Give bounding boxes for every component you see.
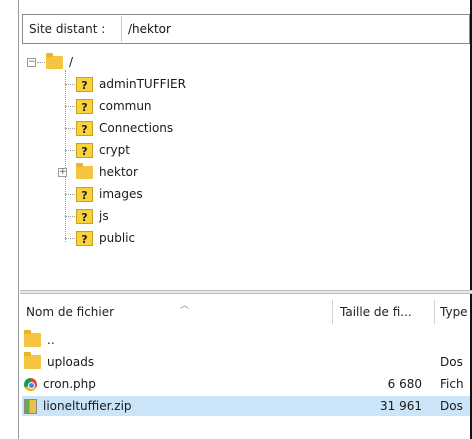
expand-hektor-icon[interactable]: + xyxy=(58,168,67,177)
tree-item-label: Connections xyxy=(99,121,174,135)
tree-item-hektor[interactable]: hektor xyxy=(76,162,138,182)
tree-item-label: js xyxy=(99,209,109,223)
unknown-folder-icon: ? xyxy=(76,186,93,202)
unknown-folder-icon: ? xyxy=(76,98,93,114)
tree-connector xyxy=(65,106,75,107)
tree-connector xyxy=(37,62,45,63)
unknown-folder-icon: ? xyxy=(76,230,93,246)
file-name: .. xyxy=(47,333,55,347)
file-row-cron-php[interactable]: cron.php 6 680 Fich xyxy=(22,374,470,394)
tree-item-label: hektor xyxy=(99,165,138,179)
tree-item-label: commun xyxy=(99,99,152,113)
tree-item-label: crypt xyxy=(99,143,130,157)
tree-item-root[interactable]: / xyxy=(46,52,73,72)
tree-connector xyxy=(65,84,75,85)
remote-site-bar: Site distant : /hektor xyxy=(22,14,470,44)
file-name-cell: uploads xyxy=(22,352,95,369)
column-separator[interactable] xyxy=(434,300,435,324)
file-row-parent[interactable]: .. xyxy=(22,330,470,350)
remote-file-list[interactable]: ︿ Nom de fichier Taille de fi... Type ..… xyxy=(22,298,470,439)
tree-connector xyxy=(65,150,75,151)
column-separator[interactable] xyxy=(332,300,333,324)
unknown-folder-icon: ? xyxy=(76,142,93,158)
chrome-icon xyxy=(24,377,37,391)
file-name: lioneltuffier.zip xyxy=(43,399,132,413)
file-name-cell: cron.php xyxy=(22,377,96,391)
folder-icon xyxy=(24,352,41,369)
file-name-cell: lioneltuffier.zip xyxy=(22,398,132,414)
tree-connector xyxy=(65,216,75,217)
column-header-name[interactable]: Nom de fichier xyxy=(26,298,326,326)
unknown-folder-icon: ? xyxy=(76,76,93,92)
panel-splitter[interactable] xyxy=(20,290,472,294)
unknown-folder-icon: ? xyxy=(76,120,93,136)
tree-item-js[interactable]: ? js xyxy=(65,206,109,226)
file-row-uploads[interactable]: uploads Dos xyxy=(22,352,470,372)
file-type: Fich xyxy=(440,377,464,391)
column-header-type[interactable]: Type xyxy=(440,298,470,326)
tree-item-label: images xyxy=(99,187,143,201)
remote-site-label: Site distant : xyxy=(29,22,106,36)
file-type: Dos xyxy=(440,399,463,413)
remote-path-input[interactable]: /hektor xyxy=(121,16,467,42)
archive-icon xyxy=(24,398,37,414)
file-size: 31 961 xyxy=(380,399,422,413)
file-row-lioneltuffier-zip[interactable]: lioneltuffier.zip 31 961 Dos xyxy=(22,396,470,416)
column-header-size[interactable]: Taille de fi... xyxy=(340,298,432,326)
file-name: uploads xyxy=(47,355,95,369)
tree-item-commun[interactable]: ? commun xyxy=(65,96,152,116)
remote-directory-tree[interactable]: − / ? adminTUFFIER ? commun ? Connection… xyxy=(22,48,470,284)
file-name-cell: .. xyxy=(22,330,55,347)
tree-item-crypt[interactable]: ? crypt xyxy=(65,140,130,160)
file-type: Dos xyxy=(440,355,463,369)
tree-item-connections[interactable]: ? Connections xyxy=(65,118,174,138)
folder-icon xyxy=(46,52,63,69)
folder-icon xyxy=(24,330,41,347)
tree-connector xyxy=(65,238,75,239)
column-header-label: Type xyxy=(440,305,468,319)
tree-item-public[interactable]: ? public xyxy=(65,228,136,248)
tree-connector xyxy=(65,128,75,129)
tree-connector xyxy=(65,194,75,195)
file-size: 6 680 xyxy=(387,377,422,391)
tree-item-label: / xyxy=(69,55,74,69)
tree-item-label: public xyxy=(99,231,136,245)
folder-icon xyxy=(76,162,93,179)
tree-item-label: adminTUFFIER xyxy=(99,77,186,91)
file-name: cron.php xyxy=(43,377,96,391)
column-header-label: Nom de fichier xyxy=(26,305,115,319)
collapse-root-icon[interactable]: − xyxy=(27,58,36,67)
tree-item-admintuffier[interactable]: ? adminTUFFIER xyxy=(65,74,186,94)
unknown-folder-icon: ? xyxy=(76,208,93,224)
tree-item-images[interactable]: ? images xyxy=(65,184,143,204)
column-header-label: Taille de fi... xyxy=(340,305,412,319)
